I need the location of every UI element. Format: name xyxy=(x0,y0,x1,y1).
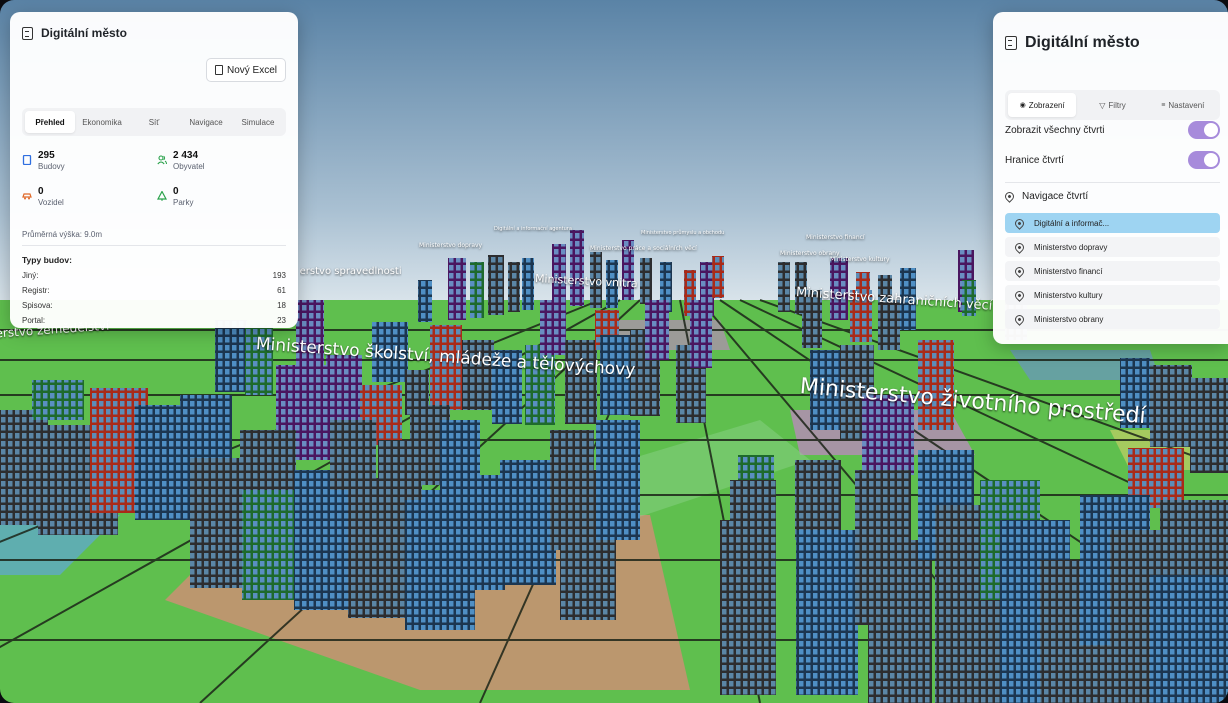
nav-item-obrana[interactable]: Ministerstvo obrany xyxy=(1005,309,1220,329)
map-pin-icon xyxy=(1013,264,1026,278)
district-label-small-5: Ministerstvo práce a sociálních věcí xyxy=(590,245,697,252)
tab-simulace[interactable]: Simulace xyxy=(233,111,283,133)
building-types-title: Typy budov: xyxy=(22,255,72,265)
tab-navigace[interactable]: Navigace xyxy=(181,111,231,133)
settings-panel-header: Digitální město xyxy=(1005,34,1216,52)
stat-vehicles-value: 0 xyxy=(38,186,44,197)
nav-item-label: Ministerstvo financí xyxy=(1034,266,1103,276)
toggle-row-show-all: Zobrazit všechny čtvrti xyxy=(1005,120,1220,140)
nav-item-kultura[interactable]: Ministerstvo kultury xyxy=(1005,285,1220,305)
building-type-name: Jiný: xyxy=(22,271,39,280)
stat-vehicles: 0 Vozidel xyxy=(22,186,64,207)
district-label-small-3: Ministerstvo financí xyxy=(806,234,865,241)
toggle-show-all[interactable] xyxy=(1188,121,1220,139)
stat-parks: 0 Parky xyxy=(157,186,193,207)
map-pin-icon xyxy=(1003,189,1016,203)
building-type-row: Jiný: 193 xyxy=(22,271,286,283)
new-excel-label: Nový Excel xyxy=(226,64,277,76)
stat-buildings-value: 295 xyxy=(38,150,55,161)
car-icon xyxy=(22,193,32,200)
building-type-name: Registr: xyxy=(22,286,50,295)
building-icon xyxy=(22,26,33,40)
toggle-row-borders: Hranice čtvrtí xyxy=(1005,150,1220,170)
building-type-count: 18 xyxy=(277,301,286,310)
users-icon xyxy=(157,155,167,165)
nav-item-label: Ministerstvo dopravy xyxy=(1034,242,1108,252)
tab-zobrazeni[interactable]: ◉ Zobrazení xyxy=(1008,93,1077,117)
map-pin-icon xyxy=(1013,240,1026,254)
district-label-small-4: Ministerstvo průmyslu a obchodu xyxy=(641,230,725,236)
building-stat-icon xyxy=(22,155,32,165)
filter-icon: ▽ xyxy=(1099,100,1106,110)
stat-vehicles-label: Vozidel xyxy=(38,198,64,207)
map-pin-icon xyxy=(1013,312,1026,326)
tab-ekonomika[interactable]: Ekonomika xyxy=(77,111,127,133)
building-icon xyxy=(1005,36,1017,50)
sliders-icon: ≡ xyxy=(1161,101,1166,109)
building-type-row: Spisova: 18 xyxy=(22,301,286,313)
toggle-show-all-label: Zobrazit všechny čtvrti xyxy=(1005,124,1105,136)
nav-item-label: Digitální a informač... xyxy=(1034,218,1110,228)
building-type-count: 193 xyxy=(272,271,286,280)
building-type-row: Registr: 61 xyxy=(22,286,286,298)
stat-residents-value: 2 434 xyxy=(173,150,199,161)
district-navigation-title: Navigace čtvrtí xyxy=(1003,188,1089,204)
tab-prehled[interactable]: Přehled xyxy=(25,111,75,133)
district-navigation-label: Navigace čtvrtí xyxy=(1022,190,1089,202)
document-icon xyxy=(214,65,223,75)
divider xyxy=(1005,182,1220,183)
stat-residents-label: Obyvatel xyxy=(173,162,205,171)
divider xyxy=(22,245,286,246)
building-type-row: Portal: 23 xyxy=(22,316,286,328)
stat-parks-value: 0 xyxy=(173,186,179,197)
overview-tabs: Přehled Ekonomika Síť Navigace Simulace xyxy=(22,108,286,136)
building-type-count: 23 xyxy=(277,316,286,325)
settings-panel-title: Digitální město xyxy=(1025,34,1140,51)
district-label-small-2: Ministerstvo dopravy xyxy=(419,242,483,249)
stat-buildings-label: Budovy xyxy=(38,162,65,171)
settings-panel: Digitální město ◉ Zobrazení ▽ Filtry ≡ N… xyxy=(993,12,1228,344)
district-label-small-7: Ministerstvo kultury xyxy=(830,256,890,263)
stat-residents: 2 434 Obyvatel xyxy=(157,150,205,171)
map-pin-icon xyxy=(1013,288,1026,302)
overview-panel-title: Digitální město xyxy=(41,26,128,40)
toggle-borders[interactable] xyxy=(1188,151,1220,169)
overview-panel-header: Digitální město xyxy=(22,26,286,40)
settings-tabs: ◉ Zobrazení ▽ Filtry ≡ Nastavení xyxy=(1005,90,1220,120)
tab-filtry[interactable]: ▽ Filtry xyxy=(1078,93,1146,117)
tab-sit[interactable]: Síť xyxy=(129,111,179,133)
stat-parks-label: Parky xyxy=(173,198,194,207)
nav-item-digitalni[interactable]: Digitální a informač... xyxy=(1005,213,1220,233)
nav-item-finance[interactable]: Ministerstvo financí xyxy=(1005,261,1220,281)
building-type-name: Spisova: xyxy=(22,301,53,310)
district-label-small-1: Digitální a informační agentura xyxy=(494,226,572,232)
eye-icon: ◉ xyxy=(1019,102,1026,109)
tab-nastaveni[interactable]: ≡ Nastavení xyxy=(1149,93,1217,117)
tab-nastaveni-label: Nastavení xyxy=(1168,100,1205,110)
map-pin-icon xyxy=(1013,216,1026,230)
stat-buildings: 295 Budovy xyxy=(22,150,65,171)
average-height: Průměrná výška: 9.0m xyxy=(22,230,103,239)
building-type-count: 61 xyxy=(277,286,286,295)
tab-filtry-label: Filtry xyxy=(1108,100,1126,110)
building-type-name: Portal: xyxy=(22,316,46,325)
overview-panel: Digitální město Nový Excel Přehled Ekono… xyxy=(10,12,298,328)
toggle-borders-label: Hranice čtvrtí xyxy=(1005,154,1064,166)
nav-item-label: Ministerstvo obrany xyxy=(1034,314,1104,324)
tab-zobrazeni-label: Zobrazení xyxy=(1028,100,1065,110)
nav-item-doprava[interactable]: Ministerstvo dopravy xyxy=(1005,237,1220,257)
city-viewport[interactable]: Ministerstvo školství, mládeže a tělovýc… xyxy=(0,0,1228,703)
tree-icon xyxy=(157,191,167,201)
nav-item-label: Ministerstvo kultury xyxy=(1034,290,1103,300)
new-excel-button[interactable]: Nový Excel xyxy=(205,58,286,82)
